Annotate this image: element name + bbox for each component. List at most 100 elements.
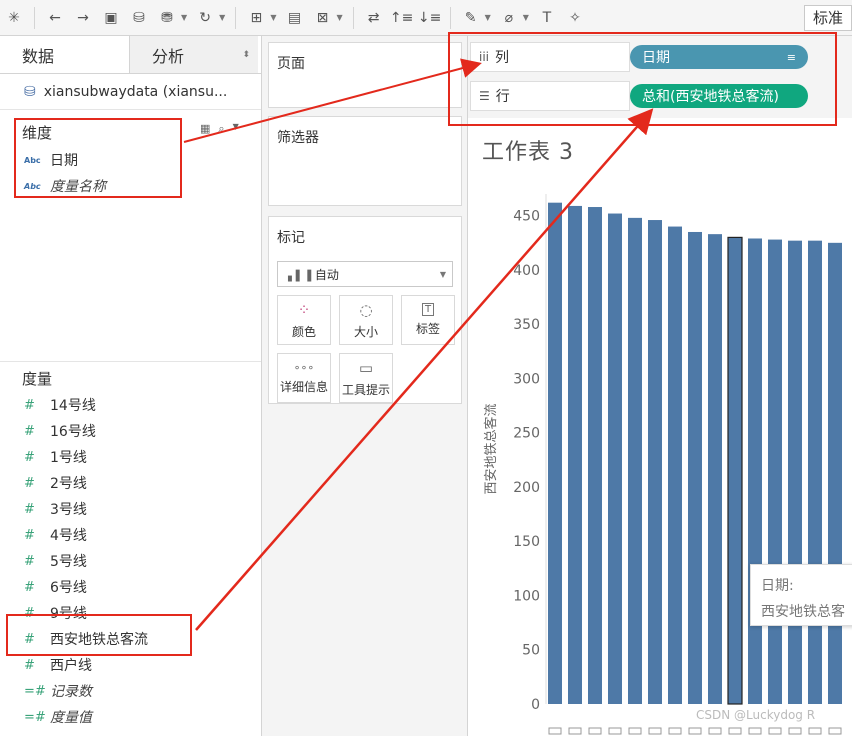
measures-title: 度量 [22,370,53,388]
measure-field-label: 西户线 [50,658,92,674]
refresh-icon[interactable]: ↻ [191,4,219,32]
x-tick-label [808,727,822,735]
label-label: 标签 [415,322,440,336]
pages-card[interactable]: 页面 [268,42,462,108]
color-icon: ⁘ [297,300,311,319]
annotation-box-dimensions [14,118,182,198]
number-type-icon: # [24,423,35,439]
bar[interactable] [608,213,622,704]
new-datasource-icon[interactable]: ⛁ [125,4,153,32]
measure-field[interactable]: =# 度量值 [0,704,261,730]
list-view-icon[interactable]: ▦ [200,122,210,136]
measure-field-label: 1号线 [50,450,87,466]
redo-icon[interactable]: → [69,4,97,32]
datasource-item[interactable]: ⛁ xiansubwaydata (xiansu... [0,74,261,110]
text-label-icon[interactable]: T [533,4,561,32]
undo-icon[interactable]: ← [41,4,69,32]
x-tick-label [728,727,742,735]
chevron-down-icon[interactable]: ▼ [336,13,342,22]
bar[interactable] [588,207,602,704]
x-tick-label [568,727,582,735]
search-icon[interactable]: ⌕ [218,122,224,136]
y-tick-label: 200 [513,480,540,496]
fit-dropdown[interactable]: 标准 [803,4,852,31]
x-tick-label [688,727,702,735]
bar[interactable] [748,238,762,704]
bar[interactable] [768,239,782,704]
measure-field-label: 3号线 [50,502,87,518]
worksheet: 工作表 3 0 50 100 150 200 250 300 350 400 450 西安地铁总客流… [468,118,852,736]
tab-data[interactable]: 数据 [0,36,129,73]
y-tick-label: 350 [513,317,540,333]
chevron-down-icon[interactable]: ▼ [219,13,225,22]
measure-field[interactable]: #3号线 [0,496,261,522]
bar[interactable] [648,220,662,705]
chevron-down-icon[interactable]: ▼ [270,13,276,22]
y-tick-label: 100 [513,588,540,604]
measure-field-label: 4号线 [50,528,87,544]
bar[interactable] [668,226,682,704]
y-tick-label: 450 [513,209,540,225]
sort-descending-icon[interactable]: ↓≡ [416,4,444,32]
y-tick-label: 150 [513,534,540,550]
chevron-updown-icon[interactable]: ⬍ [242,50,250,60]
size-label: 大小 [353,324,378,339]
marks-type-select[interactable]: ▖▌▐ 自动 ▼ [277,261,453,287]
bar[interactable] [568,205,582,705]
measure-field[interactable]: #1号线 [0,444,261,470]
group-icon[interactable]: ⌀ [495,4,523,32]
tooltip-button[interactable]: ▭ 工具提示 [339,353,393,403]
chevron-down-icon[interactable]: ▼ [181,13,187,22]
tooltip-label: 工具提示 [341,382,390,397]
measure-field[interactable]: #5号线 [0,548,261,574]
measure-field[interactable]: #2号线 [0,470,261,496]
measure-field[interactable]: #4号线 [0,522,261,548]
datasource-icon: ⛁ [24,83,36,100]
chevron-down-icon[interactable]: ▼ [233,122,239,136]
marks-title: 标记 [277,230,305,246]
tableau-logo-icon[interactable]: ✳ [0,4,28,32]
measure-field[interactable]: =# 记录数 [0,678,261,704]
pane-tabs: 数据 分析 ⬍ [0,36,261,74]
tab-analytics[interactable]: 分析 ⬍ [129,36,258,73]
marks-type-label: 自动 [314,267,339,282]
filters-card[interactable]: 筛选器 [268,116,462,206]
number-type-icon: # [24,501,35,517]
bar[interactable] [708,234,722,704]
new-worksheet-icon[interactable]: ⊞ [242,4,270,32]
pause-update-icon[interactable]: ⛃ [153,4,181,32]
annotation-box-shelves [448,32,837,126]
bar[interactable] [808,240,822,704]
bar-chart[interactable]: 0 50 100 150 200 250 300 350 400 450 西安地铁总客流 [468,118,852,736]
measure-field[interactable]: #14号线 [0,392,261,418]
detail-icon: ∘∘∘ [293,361,315,374]
highlight-icon[interactable]: ✎ [457,4,485,32]
duplicate-sheet-icon[interactable]: ▤ [280,4,308,32]
clear-sheet-icon[interactable]: ⊠ [308,4,336,32]
chevron-down-icon[interactable]: ▼ [485,13,491,22]
sort-ascending-icon[interactable]: ↑≡ [388,4,416,32]
chevron-down-icon[interactable]: ▼ [523,13,529,22]
color-button[interactable]: ⁘ 颜色 [277,295,331,345]
x-tick-label [768,727,782,735]
swap-icon[interactable]: ⇄ [360,4,388,32]
bar[interactable] [727,236,743,705]
x-tick-label [828,727,842,735]
measure-field[interactable]: #6号线 [0,574,261,600]
marks-buttons: ⁘ 颜色 ◌ 大小 T 标签 ∘∘∘ 详细信息 ▭ 工具提示 [269,287,461,411]
tooltip-line2: 西安地铁总客 [761,604,845,620]
measure-field[interactable]: #16号线 [0,418,261,444]
bar[interactable] [688,231,702,704]
detail-button[interactable]: ∘∘∘ 详细信息 [277,353,331,403]
pin-icon[interactable]: ✧ [561,4,589,32]
size-icon: ◌ [359,300,373,319]
bar[interactable] [628,217,642,704]
size-button[interactable]: ◌ 大小 [339,295,393,345]
x-tick-label [608,727,622,735]
bar[interactable] [788,240,802,704]
save-icon[interactable]: ▣ [97,4,125,32]
bar[interactable] [828,242,842,705]
label-button[interactable]: T 标签 [401,295,455,345]
bar-chart-icon: ▖▌▐ [288,270,312,282]
bar[interactable] [548,202,562,704]
